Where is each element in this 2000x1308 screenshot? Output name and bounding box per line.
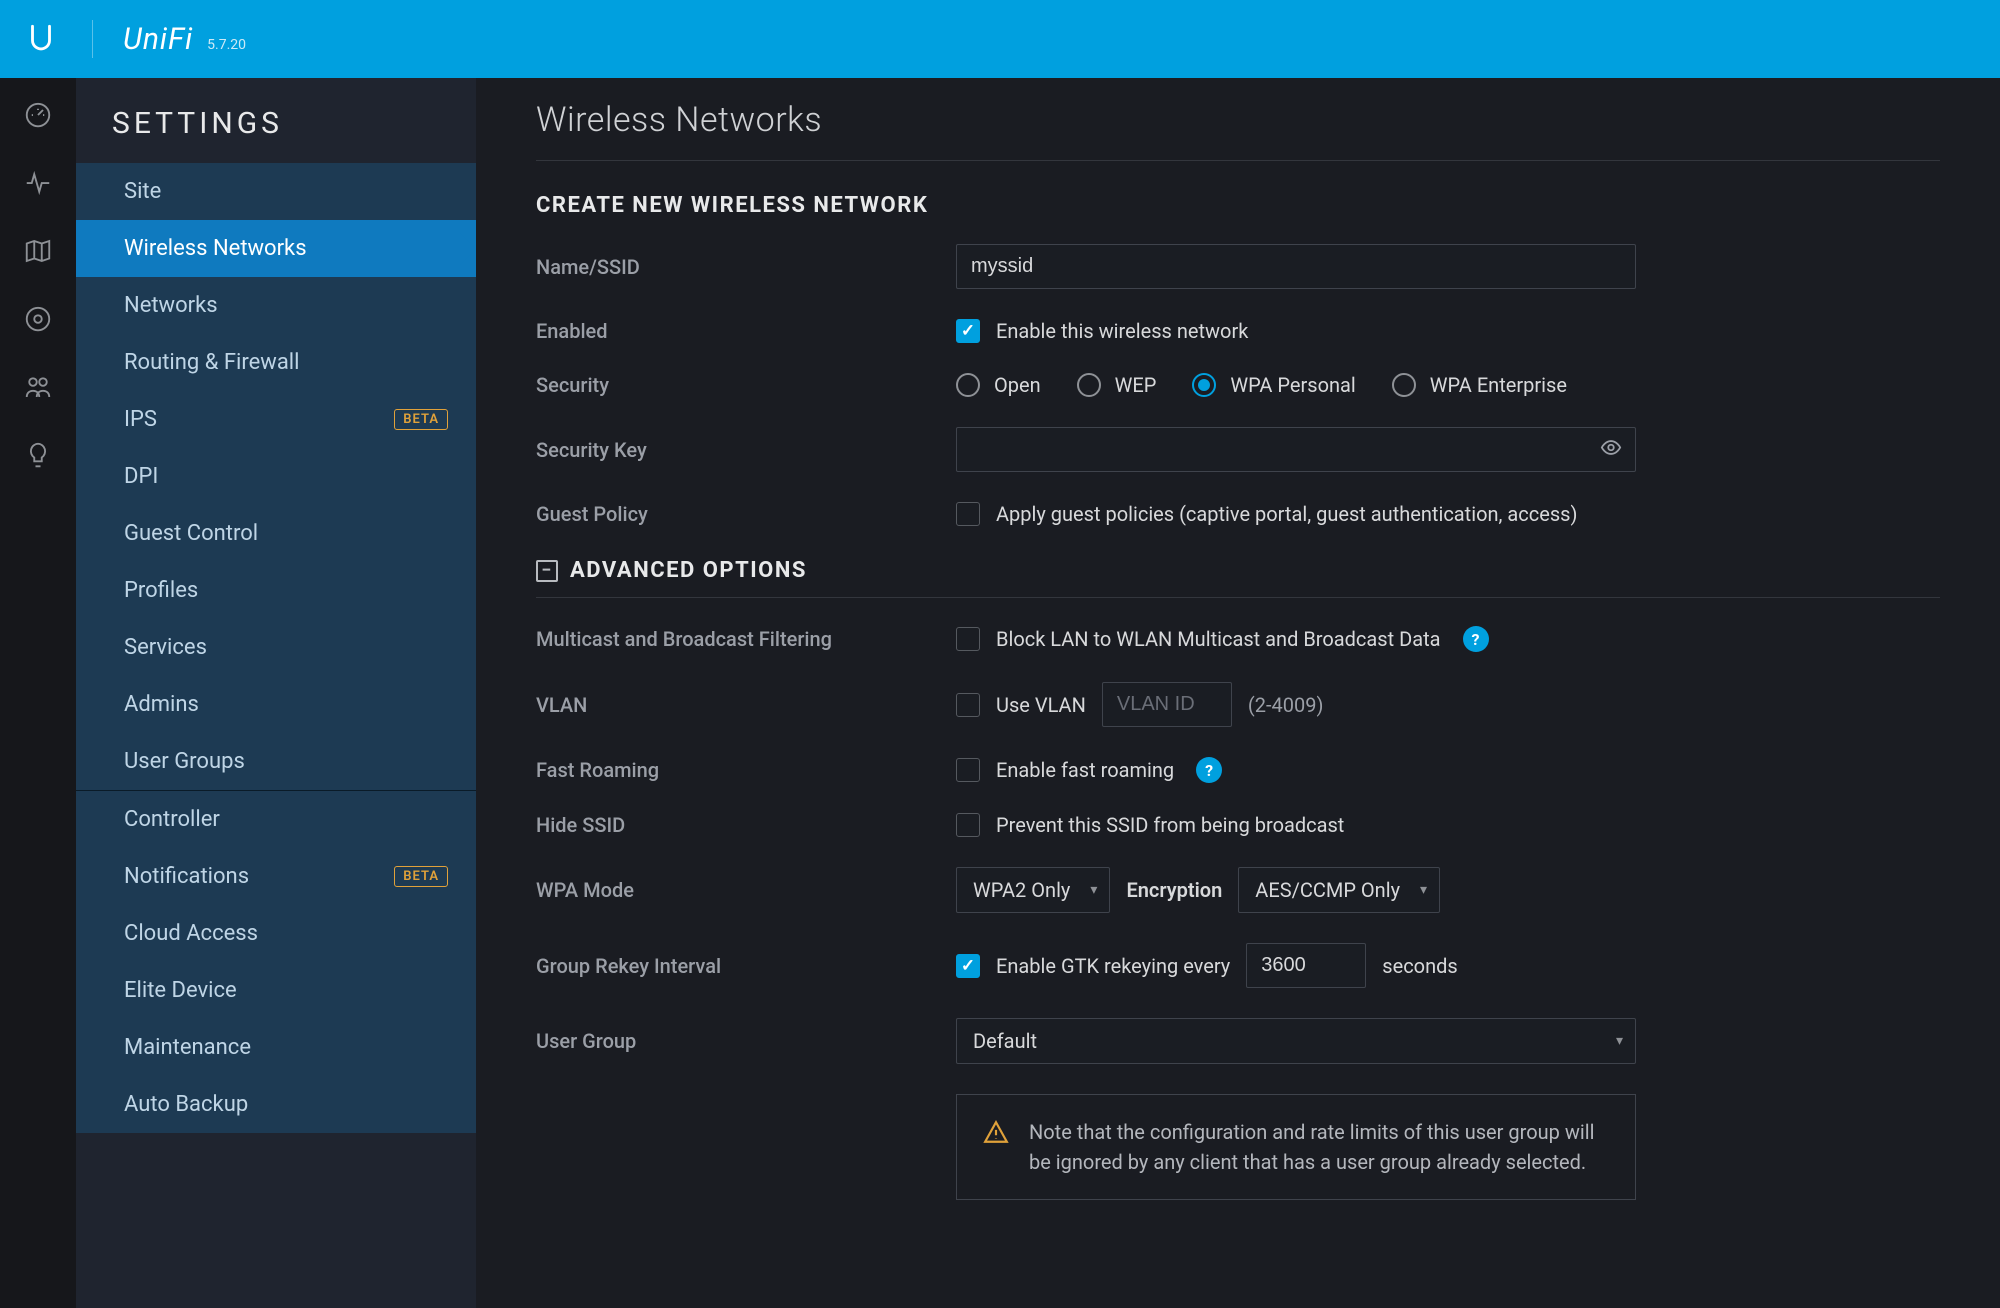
label-user-group: User Group [536, 1029, 956, 1053]
chevron-down-icon: ▾ [1420, 882, 1427, 898]
security-option-wpa-personal[interactable]: WPA Personal [1192, 373, 1355, 397]
topbar: UniFi 5.7.20 [0, 0, 2000, 78]
label-guest-policy: Guest Policy [536, 502, 956, 526]
brand-name: UniFi [123, 22, 193, 57]
sidebar-item-services[interactable]: Services [76, 619, 476, 676]
radio-icon[interactable] [1077, 373, 1101, 397]
rekey-unit: seconds [1382, 954, 1457, 978]
unifi-logo-icon [20, 18, 62, 60]
beta-badge: BETA [394, 409, 448, 430]
security-radio-group: Open WEP WPA Personal WPA Enterprise [956, 373, 1567, 397]
sidebar-item-notifications[interactable]: NotificationsBETA [76, 848, 476, 905]
sidebar-item-user-groups[interactable]: User Groups [76, 733, 476, 790]
beta-badge: BETA [394, 866, 448, 887]
label-fast-roaming: Fast Roaming [536, 758, 956, 782]
devices-icon[interactable] [23, 304, 53, 334]
collapse-icon[interactable]: − [536, 560, 558, 582]
sidebar-item-guest-control[interactable]: Guest Control [76, 505, 476, 562]
guest-policy-checkbox[interactable] [956, 502, 980, 526]
enabled-checkbox[interactable] [956, 319, 980, 343]
radio-icon[interactable] [1192, 373, 1216, 397]
security-key-input[interactable] [956, 427, 1636, 472]
sidebar-item-maintenance[interactable]: Maintenance [76, 1019, 476, 1076]
user-group-select[interactable]: Default ▾ [956, 1018, 1636, 1064]
clients-icon[interactable] [23, 372, 53, 402]
divider [92, 20, 93, 58]
vlan-id-input[interactable] [1102, 682, 1232, 727]
encryption-select[interactable]: AES/CCMP Only ▾ [1238, 867, 1440, 913]
sidebar-item-controller[interactable]: Controller [76, 791, 476, 848]
section-create-title: CREATE NEW WIRELESS NETWORK [536, 193, 1940, 218]
security-option-wep[interactable]: WEP [1077, 373, 1157, 397]
label-hide-ssid: Hide SSID [536, 813, 956, 837]
radio-icon[interactable] [1392, 373, 1416, 397]
map-icon[interactable] [23, 236, 53, 266]
vlan-range-hint: (2-4009) [1248, 693, 1324, 717]
sidebar-item-site[interactable]: Site [76, 163, 476, 220]
ssid-input[interactable] [956, 244, 1636, 289]
fast-roaming-checkbox[interactable] [956, 758, 980, 782]
label-vlan: VLAN [536, 693, 956, 717]
label-ssid: Name/SSID [536, 255, 956, 279]
security-option-wpa-enterprise[interactable]: WPA Enterprise [1392, 373, 1567, 397]
sidebar-item-admins[interactable]: Admins [76, 676, 476, 733]
chevron-down-icon: ▾ [1090, 882, 1097, 898]
label-multicast: Multicast and Broadcast Filtering [536, 627, 956, 651]
sidebar-item-ips[interactable]: IPSBETA [76, 391, 476, 448]
section-advanced-title[interactable]: − ADVANCED OPTIONS [536, 558, 1940, 598]
vlan-text: Use VLAN [996, 693, 1086, 717]
icon-rail [0, 78, 76, 1308]
activity-icon[interactable] [23, 168, 53, 198]
insights-icon[interactable] [23, 440, 53, 470]
label-security: Security [536, 373, 956, 397]
version-label: 5.7.20 [207, 37, 246, 53]
sidebar-item-dpi[interactable]: DPI [76, 448, 476, 505]
help-icon[interactable]: ? [1463, 626, 1489, 652]
warning-icon [983, 1119, 1009, 1153]
sidebar-item-wireless-networks[interactable]: Wireless Networks [76, 220, 476, 277]
sidebar-item-elite-device[interactable]: Elite Device [76, 962, 476, 1019]
sidebar-item-profiles[interactable]: Profiles [76, 562, 476, 619]
hide-ssid-text: Prevent this SSID from being broadcast [996, 813, 1344, 837]
settings-sidebar: SETTINGS SiteWireless NetworksNetworksRo… [76, 78, 476, 1308]
user-group-note: Note that the configuration and rate lim… [956, 1094, 1636, 1200]
chevron-down-icon: ▾ [1616, 1033, 1623, 1049]
sidebar-item-routing-firewall[interactable]: Routing & Firewall [76, 334, 476, 391]
rekey-checkbox[interactable] [956, 954, 980, 978]
sidebar-item-cloud-access[interactable]: Cloud Access [76, 905, 476, 962]
fast-roaming-text: Enable fast roaming [996, 758, 1174, 782]
enabled-text: Enable this wireless network [996, 319, 1248, 343]
multicast-text: Block LAN to WLAN Multicast and Broadcas… [996, 627, 1441, 651]
hide-ssid-checkbox[interactable] [956, 813, 980, 837]
reveal-password-icon[interactable] [1600, 436, 1622, 463]
settings-list: SiteWireless NetworksNetworksRouting & F… [76, 163, 476, 1133]
sidebar-item-auto-backup[interactable]: Auto Backup [76, 1076, 476, 1133]
guest-policy-text: Apply guest policies (captive portal, gu… [996, 502, 1577, 526]
vlan-checkbox[interactable] [956, 693, 980, 717]
sidebar-item-networks[interactable]: Networks [76, 277, 476, 334]
label-enabled: Enabled [536, 319, 956, 343]
label-wpa-mode: WPA Mode [536, 878, 956, 902]
page-title: Wireless Networks [536, 100, 1940, 161]
security-option-open[interactable]: Open [956, 373, 1041, 397]
main-content: Wireless Networks CREATE NEW WIRELESS NE… [476, 78, 2000, 1308]
rekey-text: Enable GTK rekeying every [996, 954, 1230, 978]
multicast-checkbox[interactable] [956, 627, 980, 651]
label-encryption: Encryption [1126, 878, 1222, 902]
rekey-interval-input[interactable] [1246, 943, 1366, 988]
wpa-mode-select[interactable]: WPA2 Only ▾ [956, 867, 1110, 913]
radio-icon[interactable] [956, 373, 980, 397]
dashboard-icon[interactable] [23, 100, 53, 130]
settings-title: SETTINGS [76, 106, 476, 163]
label-group-rekey: Group Rekey Interval [536, 954, 956, 978]
label-security-key: Security Key [536, 438, 956, 462]
help-icon[interactable]: ? [1196, 757, 1222, 783]
